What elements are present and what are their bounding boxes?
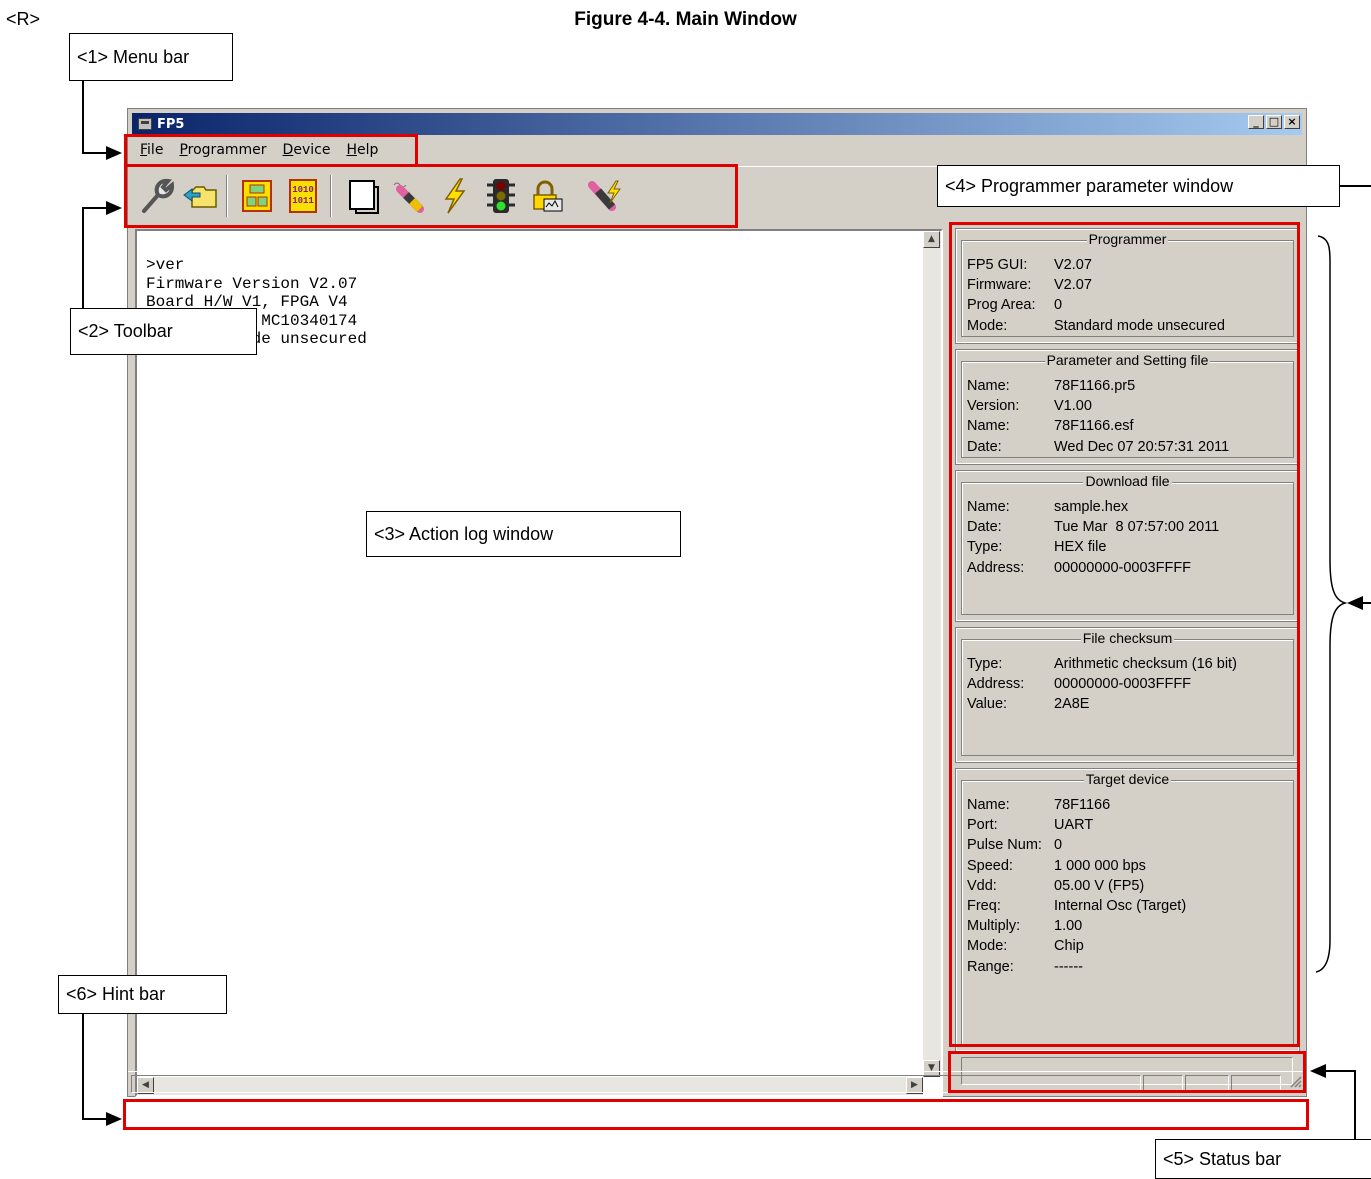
callout-param-window: <4> Programmer parameter window — [937, 165, 1340, 207]
callout-hint-bar: <6> Hint bar — [58, 975, 227, 1014]
callout-action-log: <3> Action log window — [366, 511, 681, 557]
callout-status-bar: <5> Status bar — [1155, 1139, 1371, 1179]
callout-menu-bar: <1> Menu bar — [69, 33, 233, 81]
callout-toolbar: <2> Toolbar — [70, 308, 257, 355]
